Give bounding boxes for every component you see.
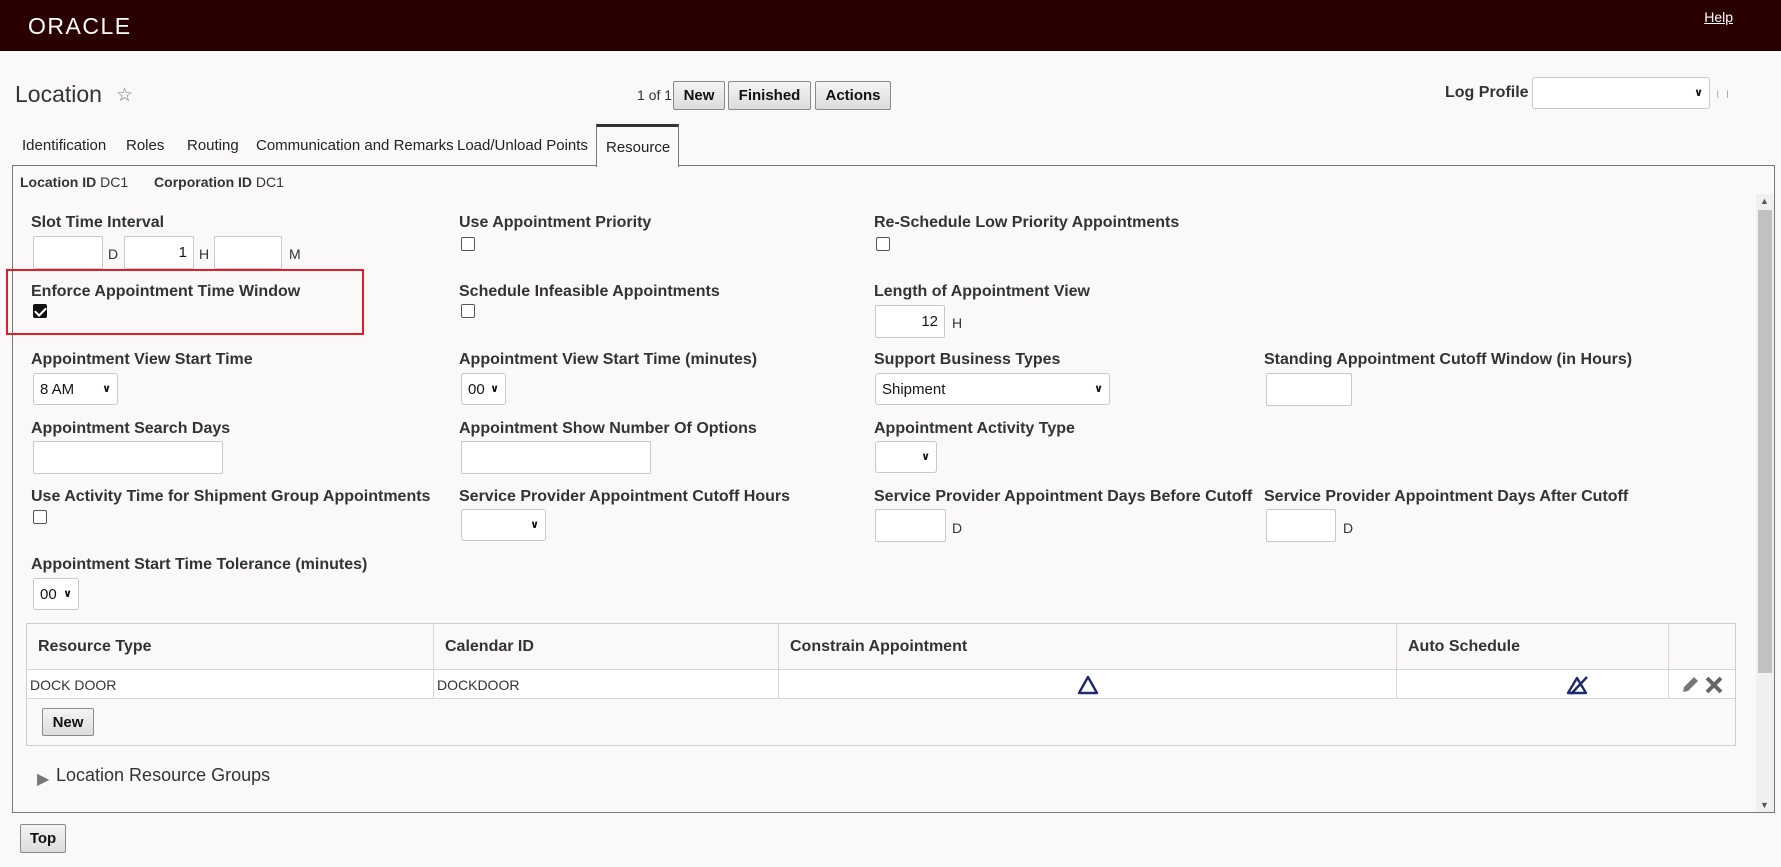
- view-start-minutes-select[interactable]: 00 ∨: [461, 373, 506, 405]
- slot-hours-input[interactable]: 1: [124, 236, 194, 269]
- cell-calendar-id: DOCKDOOR: [434, 670, 779, 699]
- top-bar: ORACLE Help: [0, 0, 1781, 51]
- tab-load-unload-points[interactable]: Load/Unload Points: [448, 124, 597, 166]
- new-button[interactable]: New: [673, 81, 725, 110]
- search-days-input[interactable]: [33, 441, 223, 474]
- slot-time-interval-label: Slot Time Interval: [31, 214, 165, 231]
- log-profile-label: Log Profile: [1445, 84, 1529, 101]
- use-appointment-priority-label: Use Appointment Priority: [459, 214, 652, 231]
- chevron-down-icon: ∨: [63, 587, 72, 600]
- reschedule-low-priority-label: Re-Schedule Low Priority Appointments: [874, 214, 1180, 231]
- sp-cutoff-hours-label: Service Provider Appointment Cutoff Hour…: [459, 488, 790, 505]
- tab-roles[interactable]: Roles: [117, 124, 173, 166]
- scroll-down-arrow-icon: ▼: [1760, 800, 1769, 810]
- glasses-icon[interactable]: ᛧᛧ: [1713, 84, 1732, 102]
- tab-identification[interactable]: Identification: [13, 124, 115, 166]
- location-ids: Location ID DC1 Corporation ID DC1: [20, 174, 284, 190]
- tab-communication-and-remarks[interactable]: Communication and Remarks: [247, 124, 463, 166]
- view-start-minutes-label: Appointment View Start Time (minutes): [459, 351, 758, 368]
- view-start-time-select[interactable]: 8 AM ∨: [33, 373, 118, 405]
- record-pager: 1 of 1: [637, 87, 673, 103]
- sp-days-before-label: Service Provider Appointment Days Before…: [874, 488, 1253, 505]
- vertical-scrollbar[interactable]: ▲ ▼: [1756, 194, 1774, 812]
- scroll-up-arrow-icon: ▲: [1760, 196, 1769, 206]
- chevron-down-icon: ∨: [1694, 86, 1703, 99]
- activity-time-shipment-group-label: Use Activity Time for Shipment Group App…: [31, 488, 431, 505]
- chevron-down-icon: ∨: [921, 450, 930, 463]
- tab-resource[interactable]: Resource: [596, 124, 679, 167]
- activity-type-select[interactable]: ∨: [875, 441, 937, 473]
- actions-button[interactable]: Actions: [815, 81, 891, 110]
- table-row[interactable]: DOCK DOOR DOCKDOOR: [27, 669, 1735, 699]
- oracle-logo: ORACLE: [28, 13, 132, 39]
- schedule-infeasible-label: Schedule Infeasible Appointments: [459, 283, 720, 300]
- show-number-options-input[interactable]: [461, 441, 651, 474]
- log-profile-select[interactable]: ∨: [1532, 77, 1710, 109]
- view-start-time-label: Appointment View Start Time: [31, 351, 253, 368]
- slot-days-input[interactable]: [33, 236, 103, 269]
- column-header-constrain-appointment[interactable]: Constrain Appointment: [779, 624, 1397, 669]
- tab-routing[interactable]: Routing: [178, 124, 248, 166]
- sp-days-before-input[interactable]: [875, 509, 946, 542]
- pencil-edit-icon[interactable]: [1680, 675, 1700, 695]
- use-appointment-priority-checkbox[interactable]: [461, 237, 475, 251]
- cell-constrain-appointment: [779, 670, 1397, 699]
- start-tolerance-label: Appointment Start Time Tolerance (minute…: [31, 556, 368, 573]
- page-title: Location: [15, 81, 102, 107]
- sp-days-after-label: Service Provider Appointment Days After …: [1264, 488, 1629, 505]
- chevron-down-icon: ∨: [1094, 382, 1103, 395]
- activity-time-shipment-group-checkbox[interactable]: [33, 510, 47, 524]
- standing-cutoff-input[interactable]: [1266, 373, 1352, 406]
- cell-row-actions: [1669, 670, 1735, 699]
- show-number-options-label: Appointment Show Number Of Options: [459, 420, 757, 437]
- help-link[interactable]: Help: [1704, 9, 1733, 25]
- support-business-types-select[interactable]: Shipment ∨: [875, 373, 1110, 405]
- chevron-down-icon: ∨: [102, 382, 111, 395]
- corporation-id-value: DC1: [255, 174, 284, 190]
- schedule-infeasible-checkbox[interactable]: [461, 304, 475, 318]
- favorite-star-icon[interactable]: ☆: [116, 84, 133, 107]
- close-delete-icon[interactable]: [1704, 675, 1724, 695]
- length-of-view-input[interactable]: 12: [875, 305, 945, 338]
- highlight-box: [6, 269, 364, 335]
- column-header-auto-schedule[interactable]: Auto Schedule: [1397, 624, 1669, 669]
- support-business-types-label: Support Business Types: [874, 351, 1061, 368]
- column-header-resource-type[interactable]: Resource Type: [27, 624, 434, 669]
- top-button[interactable]: Top: [20, 824, 66, 853]
- cell-auto-schedule: [1397, 670, 1669, 699]
- triangle-crossed-icon: [1566, 675, 1588, 695]
- location-resource-groups-title[interactable]: Location Resource Groups: [56, 765, 270, 786]
- length-of-view-label: Length of Appointment View: [874, 283, 1090, 300]
- column-header-calendar-id[interactable]: Calendar ID: [434, 624, 779, 669]
- finished-button[interactable]: Finished: [728, 81, 811, 110]
- sp-cutoff-hours-select[interactable]: ∨: [461, 509, 546, 541]
- cell-resource-type: DOCK DOOR: [27, 670, 434, 699]
- slot-minutes-input[interactable]: [214, 236, 282, 269]
- add-resource-new-button[interactable]: New: [42, 708, 94, 736]
- reschedule-low-priority-checkbox[interactable]: [876, 237, 890, 251]
- search-days-label: Appointment Search Days: [31, 420, 231, 437]
- chevron-down-icon: ∨: [490, 382, 499, 395]
- scroll-thumb[interactable]: [1758, 210, 1772, 673]
- resource-table: Resource Type Calendar ID Constrain Appo…: [26, 623, 1736, 746]
- location-id-value: DC1: [100, 174, 129, 190]
- activity-type-label: Appointment Activity Type: [874, 420, 1075, 437]
- triangle-warning-icon: [1077, 675, 1098, 694]
- standing-cutoff-label: Standing Appointment Cutoff Window (in H…: [1264, 351, 1633, 368]
- expand-triangle-icon[interactable]: ▶: [37, 769, 49, 789]
- sp-days-after-input[interactable]: [1266, 509, 1336, 542]
- chevron-down-icon: ∨: [530, 518, 539, 531]
- start-tolerance-select[interactable]: 00 ∨: [33, 578, 79, 610]
